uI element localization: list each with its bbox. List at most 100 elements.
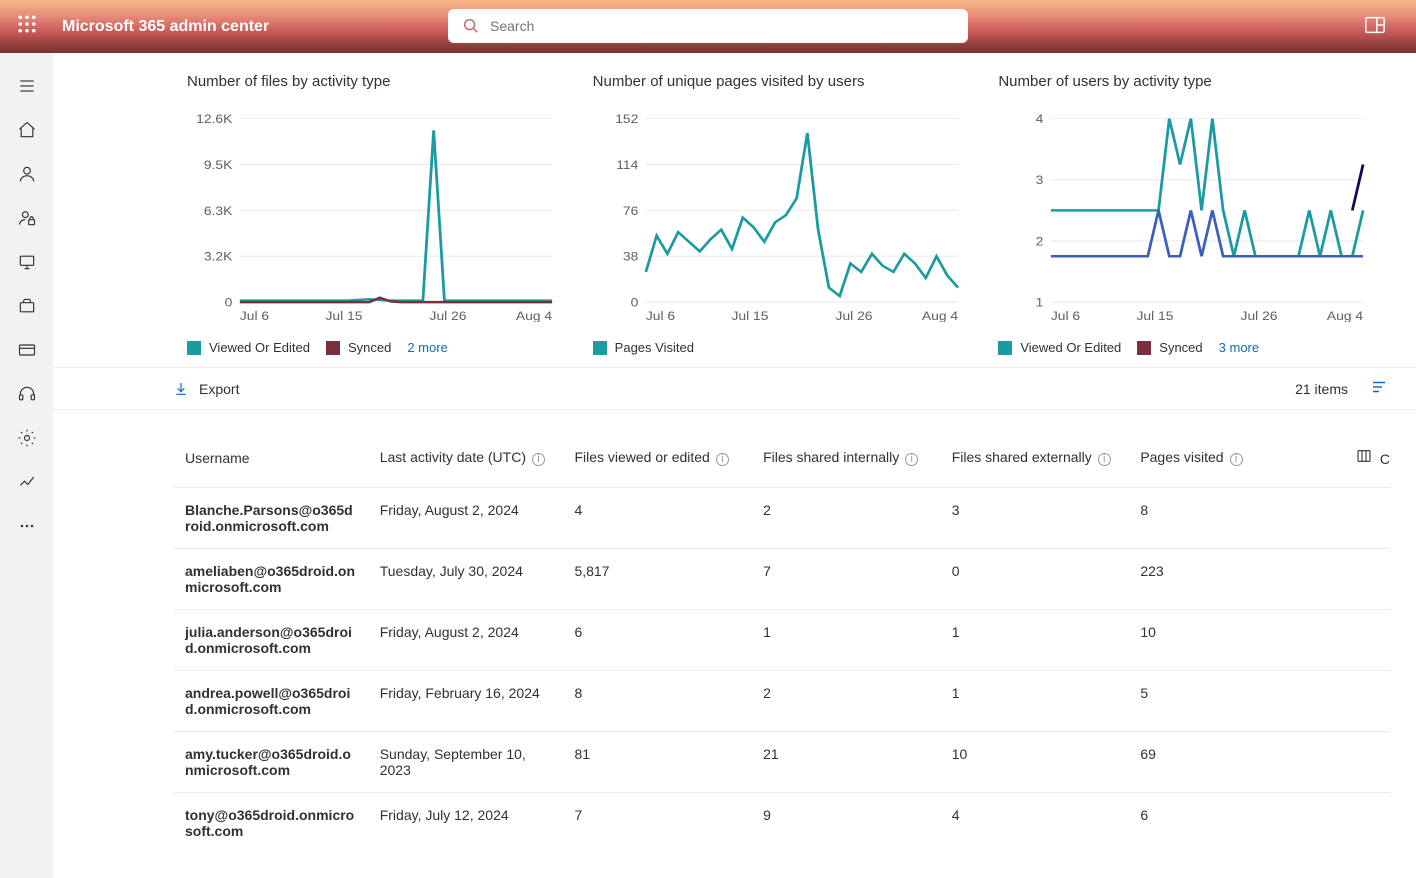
svg-text:2: 2 [1036,234,1044,248]
legend-item[interactable]: Pages Visited [593,340,694,355]
download-icon [173,381,189,397]
nav-support-button[interactable] [7,375,47,413]
search-wrap [448,9,968,43]
svg-text:4: 4 [1036,112,1044,126]
cell-username: ameliaben@o365droid.onmicrosoft.com [173,549,368,610]
chart-plot[interactable]: 03876114152Jul 6Jul 15Jul 26Aug 4 [593,112,971,322]
col-_customize[interactable]: C [1317,436,1390,488]
nav-more-button[interactable] [7,507,47,545]
col-label: Files viewed or edited [574,449,709,465]
chart-legend: Pages Visited [593,340,971,355]
waffle-icon [18,15,36,33]
cell-pages-visited: 8 [1128,488,1317,549]
table-row[interactable]: julia.anderson@o365droid.onmicrosoft.com… [173,610,1390,671]
cell-pages-visited: 5 [1128,671,1317,732]
cell-files-shared-internally: 2 [751,671,940,732]
page-title: Microsoft 365 admin center [62,18,269,36]
svg-text:Jul 15: Jul 15 [325,309,362,322]
export-button[interactable]: Export [173,381,239,397]
col-lastActivity[interactable]: Last activity date (UTC)i [368,436,563,488]
legend-swatch-icon [593,341,607,355]
legend-label: Viewed Or Edited [1020,340,1121,355]
cell-files-viewed: 8 [562,671,751,732]
svg-text:0: 0 [225,295,233,309]
legend-more-link[interactable]: 3 more [1219,340,1259,355]
chart-card-1: Number of unique pages visited by users 0… [579,73,985,355]
svg-text:76: 76 [623,204,638,218]
chart-title: Number of unique pages visited by users [593,73,971,90]
chart-title: Number of files by activity type [187,73,565,90]
legend-item[interactable]: Synced [1137,340,1202,355]
legend-item[interactable]: Synced [326,340,391,355]
cell-files-viewed: 5,817 [562,549,751,610]
cell-files-shared-internally: 7 [751,549,940,610]
col-filesViewed[interactable]: Files viewed or edited i [562,436,751,488]
item-count: 21 items [1295,381,1348,397]
search-input[interactable] [448,9,968,43]
customize-columns-button[interactable] [1356,448,1372,467]
col-username[interactable]: Username [173,436,368,488]
cell-last-activity: Tuesday, July 30, 2024 [368,549,563,610]
svg-text:Aug 4: Aug 4 [922,309,958,322]
svg-text:1: 1 [1036,295,1044,309]
svg-text:6.3K: 6.3K [204,204,233,218]
dashboard-card-icon[interactable] [1364,14,1386,39]
nav-hamburger-button[interactable] [7,67,47,105]
nav-user-lock-button[interactable] [7,199,47,237]
cell-last-activity: Friday, July 12, 2024 [368,793,563,854]
svg-text:114: 114 [616,158,638,172]
table-row[interactable]: ameliaben@o365droid.onmicrosoft.comTuesd… [173,549,1390,610]
table-toolbar: Export 21 items [53,367,1416,410]
nav-settings-button[interactable] [7,419,47,457]
col-pagesVisited[interactable]: Pages visitedi [1128,436,1317,488]
cell-username: Blanche.Parsons@o365droid.onmicrosoft.co… [173,488,368,549]
svg-text:Jul 26: Jul 26 [430,309,467,322]
legend-more-link[interactable]: 2 more [407,340,447,355]
col-filesSharedExt[interactable]: Files shared externallyi [940,436,1129,488]
cell-pages-visited: 223 [1128,549,1317,610]
info-icon[interactable]: i [532,453,545,466]
info-icon[interactable]: i [1098,453,1111,466]
cell-username: tony@o365droid.onmicrosoft.com [173,793,368,854]
table-row[interactable]: tony@o365droid.onmicrosoft.comFriday, Ju… [173,793,1390,854]
nav-home-button[interactable] [7,111,47,149]
column-options-icon [1370,378,1388,396]
cell-files-shared-internally: 9 [751,793,940,854]
charts-row: Number of files by activity type03.2K6.3… [53,53,1416,361]
info-icon[interactable]: i [905,453,918,466]
legend-swatch-icon [187,341,201,355]
cell-blank [1317,610,1390,671]
nav-devices-button[interactable] [7,243,47,281]
app-launcher-button[interactable] [18,15,36,38]
chart-legend: Viewed Or Edited Synced 2 more [187,340,565,355]
cell-username: amy.tucker@o365droid.onmicrosoft.com [173,732,368,793]
legend-item[interactable]: Viewed Or Edited [187,340,310,355]
legend-label: Synced [1159,340,1202,355]
columns-icon [1356,448,1372,464]
nav-reports-button[interactable] [7,463,47,501]
chart-plot[interactable]: 1234Jul 6Jul 15Jul 26Aug 4 [998,112,1376,322]
table-row[interactable]: amy.tucker@o365droid.onmicrosoft.comSund… [173,732,1390,793]
chart-card-2: Number of users by activity type1234Jul … [984,73,1390,355]
info-icon[interactable]: i [1230,453,1243,466]
nav-users-button[interactable] [7,155,47,193]
chart-plot[interactable]: 03.2K6.3K9.5K12.6KJul 6Jul 15Jul 26Aug 4 [187,112,565,322]
svg-text:0: 0 [630,295,638,309]
cell-files-viewed: 7 [562,793,751,854]
info-icon[interactable]: i [716,453,729,466]
column-options-button[interactable] [1370,378,1388,399]
cell-files-viewed: 6 [562,610,751,671]
nav-billing-button[interactable] [7,331,47,369]
cell-pages-visited: 6 [1128,793,1317,854]
svg-text:Aug 4: Aug 4 [516,309,552,322]
svg-text:152: 152 [615,112,638,126]
table-row[interactable]: andrea.powell@o365droid.onmicrosoft.comF… [173,671,1390,732]
cell-files-shared-externally: 0 [940,549,1129,610]
legend-item[interactable]: Viewed Or Edited [998,340,1121,355]
cell-username: julia.anderson@o365droid.onmicrosoft.com [173,610,368,671]
svg-text:3: 3 [1036,173,1044,187]
svg-text:Jul 15: Jul 15 [1137,309,1174,322]
table-row[interactable]: Blanche.Parsons@o365droid.onmicrosoft.co… [173,488,1390,549]
col-filesSharedInt[interactable]: Files shared internallyi [751,436,940,488]
nav-resources-button[interactable] [7,287,47,325]
